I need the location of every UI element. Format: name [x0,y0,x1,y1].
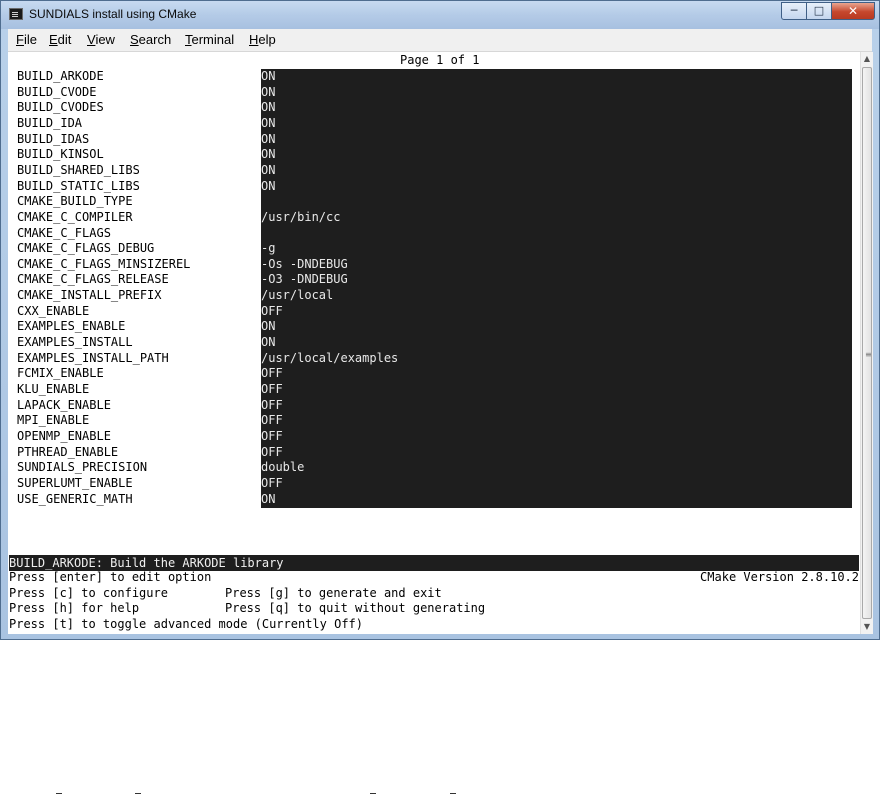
status-description: BUILD_ARKODE: Build the ARKODE library [9,555,859,571]
option-key[interactable]: EXAMPLES_INSTALL_PATH [17,351,169,366]
stray-mark [135,793,141,794]
option-key[interactable]: SUPERLUMT_ENABLE [17,476,133,491]
option-key[interactable]: OPENMP_ENABLE [17,429,111,444]
option-value[interactable]: ON [261,147,275,162]
option-key[interactable]: EXAMPLES_INSTALL [17,335,133,350]
title-bar[interactable]: SUNDIALS install using CMake ─ □ ✕ [1,1,879,29]
option-value[interactable]: -O3 -DNDEBUG [261,272,348,287]
option-value[interactable]: ON [261,100,275,115]
option-key[interactable]: PTHREAD_ENABLE [17,445,118,460]
help-line: Press [enter] to edit option [9,570,212,584]
option-key[interactable]: FCMIX_ENABLE [17,366,104,381]
option-value[interactable]: ON [261,319,275,334]
option-value[interactable]: ON [261,85,275,100]
option-key[interactable]: BUILD_CVODES [17,100,104,115]
option-value[interactable]: ON [261,492,275,507]
option-key[interactable]: USE_GENERIC_MATH [17,492,133,507]
menu-help[interactable]: Help [249,32,276,47]
menu-view[interactable]: View [87,32,115,47]
option-value[interactable]: -Os -DNDEBUG [261,257,348,272]
option-key[interactable]: BUILD_KINSOL [17,147,104,162]
option-key[interactable]: BUILD_IDAS [17,132,89,147]
terminal-content[interactable]: Page 1 of 1 BUILD_ARKODE ON BUILD_CVODE ON B… [8,52,860,634]
cmake-version: CMake Version 2.8.10.2 [700,570,859,584]
menu-terminal[interactable]: Terminal [185,32,234,47]
option-value[interactable]: OFF [261,382,283,397]
menu-search[interactable]: Search [130,32,171,47]
option-key[interactable]: KLU_ENABLE [17,382,89,397]
minimize-button[interactable]: ─ [781,2,807,20]
value-panel [261,69,852,508]
option-value[interactable]: /usr/bin/cc [261,210,340,225]
option-value[interactable]: OFF [261,398,283,413]
option-key[interactable]: BUILD_CVODE [17,85,96,100]
help-line: Press [t] to toggle advanced mode (Curre… [9,617,364,631]
stray-mark [56,793,62,794]
option-key[interactable]: BUILD_IDA [17,116,82,131]
help-line: Press [c] to configure Press [g] to gener… [9,586,442,600]
option-key[interactable]: CMAKE_C_FLAGS_MINSIZEREL [17,257,190,272]
option-value[interactable]: -g [261,241,275,256]
scroll-down-arrow-icon[interactable]: ▼ [861,620,873,634]
option-key[interactable]: CMAKE_INSTALL_PREFIX [17,288,162,303]
option-value[interactable]: OFF [261,413,283,428]
option-value[interactable]: ON [261,163,275,178]
option-key[interactable]: CMAKE_C_FLAGS_DEBUG [17,241,154,256]
option-value[interactable]: ON [261,335,275,350]
option-key[interactable]: BUILD_ARKODE [17,69,104,84]
stray-mark [370,793,376,794]
option-key[interactable]: CXX_ENABLE [17,304,89,319]
option-key[interactable]: CMAKE_C_FLAGS [17,226,111,241]
option-key[interactable]: BUILD_SHARED_LIBS [17,163,140,178]
option-value[interactable]: OFF [261,304,283,319]
option-value[interactable]: /usr/local/examples [261,351,398,366]
terminal-app-icon[interactable] [9,8,23,20]
option-key[interactable]: MPI_ENABLE [17,413,89,428]
option-value[interactable]: /usr/local [261,288,333,303]
menu-edit[interactable]: Edit [49,32,71,47]
option-value[interactable]: OFF [261,445,283,460]
close-button[interactable]: ✕ [831,2,875,20]
window-title: SUNDIALS install using CMake [29,7,197,21]
option-key[interactable]: BUILD_STATIC_LIBS [17,179,140,194]
option-key[interactable]: EXAMPLES_ENABLE [17,319,125,334]
option-value[interactable]: ON [261,69,275,84]
option-key[interactable]: CMAKE_BUILD_TYPE [17,194,133,209]
menu-bar: File Edit View Search Terminal Help [8,29,872,52]
terminal-window: SUNDIALS install using CMake ─ □ ✕ File … [0,0,880,640]
option-value[interactable]: OFF [261,366,283,381]
help-line: Press [h] for help Press [q] to quit with… [9,601,486,615]
option-value[interactable]: ON [261,116,275,131]
option-key[interactable]: CMAKE_C_FLAGS_RELEASE [17,272,169,287]
option-key[interactable]: CMAKE_C_COMPILER [17,210,133,225]
page-indicator: Page 1 of 1 [400,53,480,67]
option-key[interactable]: LAPACK_ENABLE [17,398,111,413]
option-value[interactable]: OFF [261,429,283,444]
option-key[interactable]: SUNDIALS_PRECISION [17,460,147,475]
option-value[interactable]: ON [261,179,275,194]
scrollbar-thumb[interactable]: ≡ [862,67,872,619]
option-value[interactable]: double [261,460,304,475]
vertical-scrollbar[interactable]: ▲ ≡ ▼ [860,52,873,634]
option-value[interactable]: OFF [261,476,283,491]
maximize-button[interactable]: □ [806,2,832,20]
grip-icon: ≡ [865,350,872,359]
stray-mark [450,793,456,794]
scroll-up-arrow-icon[interactable]: ▲ [861,52,873,66]
option-value[interactable]: ON [261,132,275,147]
menu-file[interactable]: File [16,32,37,47]
